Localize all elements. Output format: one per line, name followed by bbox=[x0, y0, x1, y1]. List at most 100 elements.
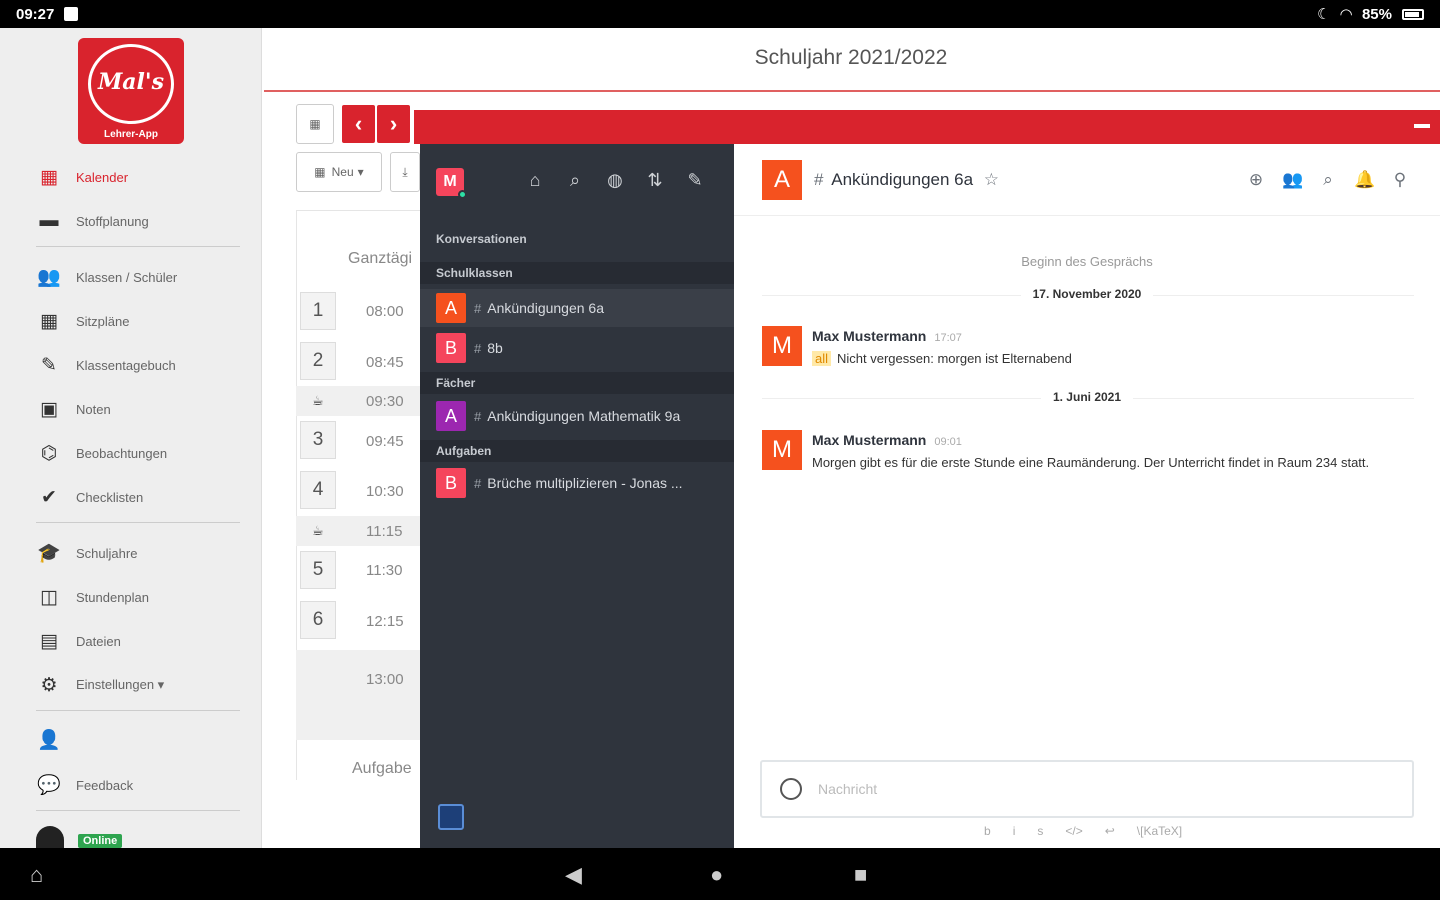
nav-label: Beobachtungen bbox=[76, 445, 168, 461]
download-button[interactable]: ⤓ bbox=[390, 152, 420, 192]
nav-noten[interactable]: ▣ Noten bbox=[36, 397, 246, 421]
nav-feedback[interactable]: 💬 Feedback bbox=[36, 773, 246, 797]
nav-label: Klassen / Schüler bbox=[76, 269, 178, 285]
edit-icon[interactable]: ✎ bbox=[684, 170, 706, 191]
globe-icon[interactable]: ◍ bbox=[604, 170, 626, 191]
allday-label: Ganztägi bbox=[348, 250, 413, 267]
divider bbox=[36, 246, 240, 247]
day-date: 17. November 2020 bbox=[1020, 287, 1154, 301]
nav-stundenplan[interactable]: ◫ Stundenplan bbox=[36, 585, 246, 609]
hash-icon: # bbox=[474, 340, 482, 356]
day-label: 17. November 2020 bbox=[734, 287, 1440, 301]
room-name: Ankündigungen 6a bbox=[487, 300, 605, 316]
multiline-button[interactable]: ↩ bbox=[1105, 824, 1115, 838]
author-name: Max Mustermann bbox=[812, 328, 927, 344]
moon-icon: ☾ bbox=[1316, 6, 1331, 23]
status-bar: 09:27 ☾ ◠ 85% bbox=[0, 0, 1440, 28]
room-name: Ankündigungen Mathematik 9a bbox=[487, 408, 681, 424]
status-time: 09:27 bbox=[16, 5, 55, 23]
calendar-icon: ▦ bbox=[40, 166, 58, 188]
online-badge: Online bbox=[78, 834, 123, 848]
nav-stoffplanung[interactable]: ▬ Stoffplanung bbox=[36, 209, 246, 233]
logo-mark: Mal's bbox=[88, 44, 174, 124]
bold-button[interactable]: b bbox=[984, 824, 991, 838]
app-logo[interactable]: Mal's Lehrer-App bbox=[78, 38, 184, 144]
next-button[interactable]: › bbox=[377, 105, 410, 143]
nav-klassen-schueler[interactable]: 👥 Klassen / Schüler bbox=[36, 265, 246, 289]
nav-kalender[interactable]: ▦ Kalender bbox=[36, 165, 246, 189]
nav-dateien[interactable]: ▤ Dateien bbox=[36, 629, 246, 653]
room-item[interactable]: A # Ankündigungen Mathematik 9a bbox=[420, 397, 734, 435]
room-item[interactable]: B # 8b bbox=[420, 329, 734, 367]
nav-checklisten[interactable]: ✔ Checklisten bbox=[36, 485, 246, 509]
coffee-cup-icon: ☕ bbox=[312, 523, 324, 538]
room-actions: ⊕ 👥 ⌕ 🔔 ⚲ bbox=[1246, 170, 1410, 190]
home-launcher-icon[interactable]: ⌂ bbox=[30, 862, 43, 888]
nav-einstellungen[interactable]: ⚙ Einstellungen ▾ bbox=[36, 673, 246, 697]
title-underline bbox=[264, 90, 1440, 92]
star-icon[interactable]: ☆ bbox=[984, 170, 999, 189]
message-body: Nicht vergessen: morgen ist Elternabend bbox=[837, 351, 1072, 366]
back-icon[interactable]: ◀ bbox=[565, 862, 582, 888]
emoji-icon[interactable] bbox=[780, 778, 802, 800]
chat-window-header bbox=[414, 110, 1440, 144]
break-time: 09:30 bbox=[366, 393, 404, 410]
discussion-icon[interactable]: ⊕ bbox=[1246, 170, 1266, 190]
home-icon[interactable]: ⌂ bbox=[524, 170, 546, 191]
message-composer bbox=[760, 760, 1414, 818]
recents-icon[interactable]: ■ bbox=[854, 862, 867, 888]
search-icon[interactable]: ⌕ bbox=[1318, 170, 1338, 190]
period-number: 4 bbox=[300, 471, 336, 509]
message-input[interactable] bbox=[818, 776, 1378, 802]
mention-badge: all bbox=[812, 351, 832, 366]
message-author[interactable]: Max Mustermann 09:01 bbox=[812, 432, 962, 448]
hash-icon: # bbox=[474, 475, 482, 491]
nav-beobachtungen[interactable]: ⌬ Beobachtungen bbox=[36, 441, 246, 465]
nav-label: Schuljahre bbox=[76, 545, 138, 561]
room-name: Brüche multiplizieren - Jonas ... bbox=[487, 475, 683, 491]
system-nav-bar: ⌂ ◀ ● ■ bbox=[0, 848, 1440, 900]
message-avatar[interactable]: M bbox=[762, 430, 802, 470]
nav-schuljahre[interactable]: 🎓 Schuljahre bbox=[36, 541, 246, 565]
afternoon-block bbox=[296, 650, 420, 740]
prev-button[interactable]: ‹ bbox=[342, 105, 375, 143]
nav-label: Einstellungen ▾ bbox=[76, 677, 165, 692]
workspace-icon[interactable] bbox=[438, 804, 464, 830]
nav-profile[interactable]: 👤 bbox=[36, 728, 246, 752]
members-icon[interactable]: 👥 bbox=[1282, 170, 1303, 190]
room-name: 8b bbox=[487, 340, 503, 356]
conversation-start-label: Beginn des Gesprächs bbox=[1021, 254, 1153, 269]
sort-icon[interactable]: ⇅ bbox=[644, 170, 666, 191]
user-avatar[interactable]: M bbox=[436, 168, 467, 199]
home-icon[interactable]: ● bbox=[710, 862, 723, 888]
minimize-icon[interactable] bbox=[1414, 124, 1430, 128]
nav-sitzplaene[interactable]: ▦ Sitzpläne bbox=[36, 309, 246, 333]
gear-icon: ⚙ bbox=[40, 674, 58, 696]
message-avatar[interactable]: M bbox=[762, 326, 802, 366]
period-number: 3 bbox=[300, 421, 336, 459]
room-title: # Ankündigungen 6a ☆ bbox=[814, 170, 999, 190]
nav-label: Klassentagebuch bbox=[76, 357, 176, 373]
room-header: A # Ankündigungen 6a ☆ ⊕ 👥 ⌕ 🔔 ⚲ bbox=[734, 144, 1440, 216]
katex-button[interactable]: \[KaTeX] bbox=[1137, 824, 1182, 838]
new-button[interactable]: ▦ Neu ▾ bbox=[296, 152, 382, 192]
bell-icon[interactable]: 🔔 bbox=[1354, 170, 1375, 190]
pin-icon[interactable]: ⚲ bbox=[1390, 170, 1410, 190]
search-icon[interactable]: ⌕ bbox=[564, 170, 586, 191]
date-picker-button[interactable]: ▦ bbox=[296, 104, 334, 144]
room-item[interactable]: A # Ankündigungen 6a bbox=[420, 289, 734, 327]
new-label: Neu bbox=[331, 165, 354, 179]
italic-button[interactable]: i bbox=[1013, 824, 1016, 838]
nav-klassentagebuch[interactable]: ✎ Klassentagebuch bbox=[36, 353, 246, 377]
nav-label: Stoffplanung bbox=[76, 213, 149, 229]
divider bbox=[36, 522, 240, 523]
cloud-icon bbox=[36, 826, 64, 848]
strike-button[interactable]: s bbox=[1037, 824, 1043, 838]
room-avatar: B bbox=[436, 333, 466, 363]
room-item[interactable]: B # Brüche multiplizieren - Jonas ... bbox=[420, 464, 734, 502]
room-title-text: Ankündigungen 6a bbox=[831, 170, 974, 189]
period-time: 08:00 bbox=[366, 303, 404, 320]
message-author[interactable]: Max Mustermann 17:07 bbox=[812, 328, 962, 344]
check-circle-icon: ✔ bbox=[41, 486, 57, 508]
code-button[interactable]: </> bbox=[1065, 824, 1082, 838]
